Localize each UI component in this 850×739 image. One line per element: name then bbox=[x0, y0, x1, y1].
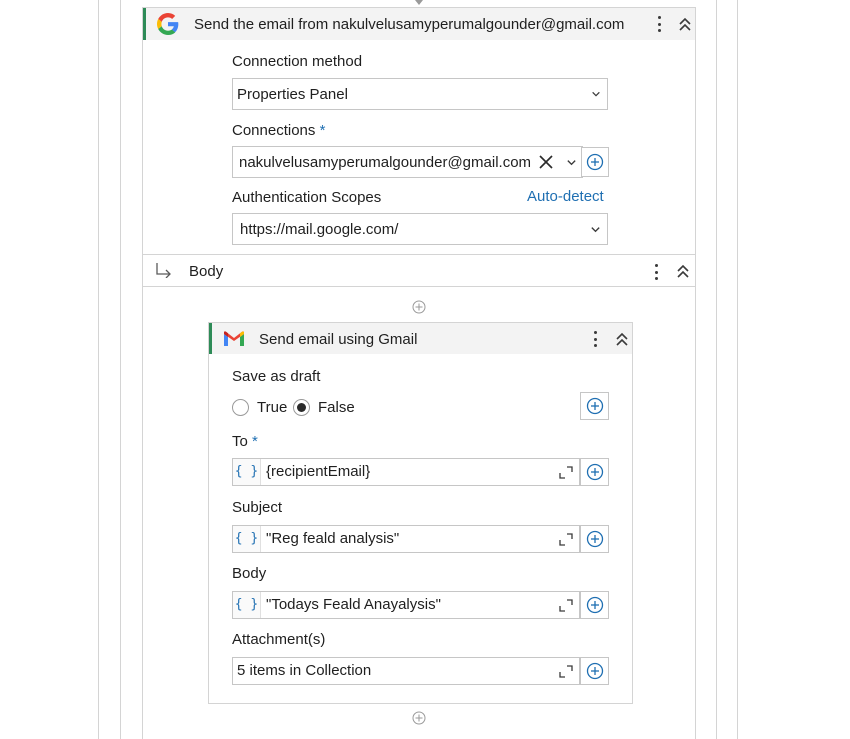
connection-method-label: Connection method bbox=[232, 53, 363, 70]
canvas-guide-left-outer bbox=[98, 0, 99, 739]
auth-scopes-select[interactable]: https://mail.google.com/ bbox=[232, 213, 608, 245]
clear-x-icon[interactable] bbox=[539, 155, 553, 169]
activity-title: Send email using Gmail bbox=[259, 331, 418, 348]
expression-braces-icon[interactable]: { } bbox=[233, 459, 261, 485]
to-field[interactable]: { } {recipientEmail} bbox=[232, 458, 580, 486]
auth-scopes-value: https://mail.google.com/ bbox=[240, 221, 399, 238]
subject-value: "Reg feald analysis" bbox=[266, 530, 400, 547]
add-body-button[interactable] bbox=[580, 591, 609, 619]
radio-false-label[interactable]: False bbox=[318, 399, 355, 416]
expand-icon[interactable] bbox=[559, 533, 573, 546]
collapse-icon[interactable] bbox=[676, 263, 690, 279]
plus-circle-icon bbox=[586, 397, 603, 415]
canvas-guide-right-outer bbox=[737, 0, 738, 739]
send-email-gmail-activity[interactable]: Send email using Gmail Save as draft Tru… bbox=[208, 322, 633, 704]
expand-icon[interactable] bbox=[559, 599, 573, 612]
expand-icon[interactable] bbox=[559, 466, 573, 479]
chevron-down-icon bbox=[592, 91, 600, 97]
connections-select[interactable]: nakulvelusamyperumalgounder@gmail.com bbox=[232, 146, 583, 178]
collapse-icon[interactable] bbox=[678, 16, 692, 32]
canvas-guide-right-inner bbox=[716, 0, 717, 739]
add-activity-plus-icon[interactable] bbox=[412, 711, 426, 725]
chevron-down-icon bbox=[591, 227, 600, 233]
subject-field[interactable]: { } "Reg feald analysis" bbox=[232, 525, 580, 553]
add-subject-button[interactable] bbox=[580, 525, 609, 553]
add-save-draft-button[interactable] bbox=[580, 392, 609, 420]
radio-false[interactable] bbox=[293, 399, 310, 416]
subject-label: Subject bbox=[232, 499, 283, 516]
add-attachment-button[interactable] bbox=[580, 657, 609, 685]
connection-method-select[interactable]: Properties Panel bbox=[232, 78, 608, 110]
kebab-menu-icon[interactable] bbox=[654, 13, 664, 35]
body-section-label: Body bbox=[189, 263, 224, 280]
save-as-draft-label: Save as draft bbox=[232, 368, 321, 385]
attachments-field[interactable]: 5 items in Collection bbox=[232, 657, 580, 685]
section-divider bbox=[143, 286, 695, 287]
expand-icon[interactable] bbox=[559, 665, 573, 678]
body-label: Body bbox=[232, 565, 267, 582]
connections-label: Connections * bbox=[232, 122, 326, 139]
google-logo-icon bbox=[157, 13, 179, 35]
kebab-menu-icon[interactable] bbox=[651, 261, 661, 283]
attachments-value: 5 items in Collection bbox=[237, 662, 372, 679]
kebab-menu-icon[interactable] bbox=[590, 328, 600, 350]
expression-braces-icon[interactable]: { } bbox=[233, 592, 261, 618]
send-email-header[interactable]: Send email using Gmail bbox=[209, 323, 632, 354]
chevron-down-icon[interactable] bbox=[566, 157, 577, 168]
activity-title: Send the email from nakulvelusamyperumal… bbox=[194, 16, 625, 33]
plus-circle-icon bbox=[586, 530, 603, 548]
collapse-icon[interactable] bbox=[615, 331, 629, 347]
body-value: "Todays Feald Anayalysis" bbox=[266, 596, 441, 613]
attachments-label: Attachment(s) bbox=[232, 631, 326, 648]
expression-braces-icon[interactable]: { } bbox=[233, 526, 261, 552]
to-value: {recipientEmail} bbox=[266, 463, 371, 480]
radio-true-label[interactable]: True bbox=[257, 399, 287, 416]
connections-value: nakulvelusamyperumalgounder@gmail.com bbox=[239, 154, 532, 171]
plus-circle-icon bbox=[586, 463, 603, 481]
plus-circle-icon bbox=[586, 662, 603, 680]
connection-method-value: Properties Panel bbox=[237, 86, 348, 103]
plus-circle-icon bbox=[586, 153, 604, 171]
gmail-logo-icon bbox=[224, 331, 244, 346]
radio-true[interactable] bbox=[232, 399, 249, 416]
flow-arrow-icon bbox=[415, 0, 423, 5]
canvas-guide-left-inner bbox=[120, 0, 121, 739]
auto-detect-link[interactable]: Auto-detect bbox=[527, 188, 604, 205]
body-section-header[interactable]: Body bbox=[143, 255, 695, 287]
add-activity-plus-icon[interactable] bbox=[412, 300, 426, 314]
to-label: To * bbox=[232, 433, 258, 450]
plus-circle-icon bbox=[586, 596, 603, 614]
auth-scopes-label: Authentication Scopes bbox=[232, 189, 382, 206]
body-field[interactable]: { } "Todays Feald Anayalysis" bbox=[232, 591, 580, 619]
add-connection-button[interactable] bbox=[581, 147, 609, 177]
gmail-scope-header[interactable]: Send the email from nakulvelusamyperumal… bbox=[143, 8, 695, 40]
branch-arrow-icon bbox=[156, 263, 171, 278]
add-to-button[interactable] bbox=[580, 458, 609, 486]
